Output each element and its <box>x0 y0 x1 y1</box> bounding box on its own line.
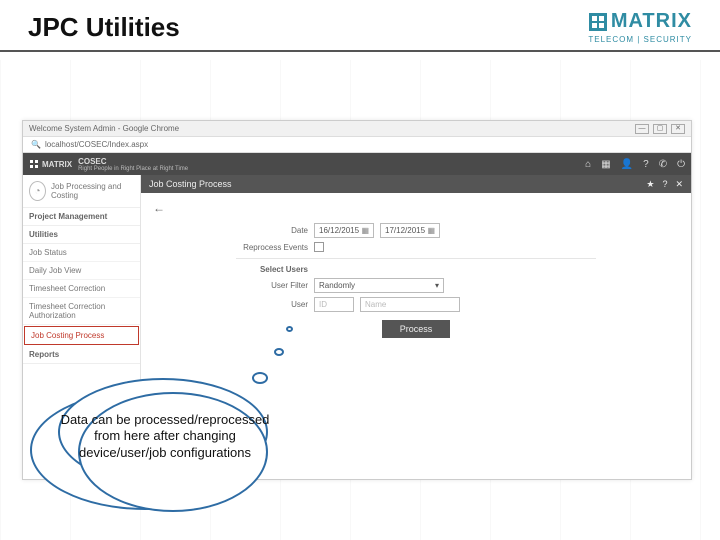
slide-header: JPC Utilities MATRIX TELECOM | SECURITY <box>0 0 720 52</box>
callout-cloud: Data can be processed/reprocessed from h… <box>30 372 280 512</box>
back-button[interactable]: ← <box>153 201 679 215</box>
sidebar-section-utilities[interactable]: Utilities <box>23 226 140 244</box>
window-controls: — ▢ ✕ <box>635 124 685 134</box>
app-logo: MATRIX <box>29 159 72 169</box>
user-name-placeholder: Name <box>365 300 386 309</box>
user-id-placeholder: ID <box>319 300 327 309</box>
module-icon: ◔ <box>29 181 46 201</box>
chevron-down-icon: ▾ <box>435 281 439 290</box>
date-from-input[interactable]: 16/12/2015 ▦ <box>314 223 374 238</box>
reprocess-label: Reprocess Events <box>236 243 308 252</box>
sidebar-item-timesheet-correction[interactable]: Timesheet Correction <box>23 280 140 298</box>
help-icon[interactable]: ? <box>643 159 649 170</box>
panel-close-icon[interactable]: ✕ <box>675 179 683 190</box>
user-icon[interactable]: 👤 <box>621 159 633 170</box>
maximize-icon[interactable]: ▢ <box>653 124 667 134</box>
close-icon[interactable]: ✕ <box>671 124 685 134</box>
app-tagline: Right People in Right Place at Right Tim… <box>78 166 188 172</box>
reprocess-checkbox[interactable] <box>314 242 324 252</box>
sidebar-item-job-costing-process[interactable]: Job Costing Process <box>24 326 139 345</box>
browser-tab-title: Welcome System Admin - Google Chrome <box>29 124 179 133</box>
phone-icon[interactable]: ✆ <box>659 159 667 170</box>
star-icon[interactable]: ★ <box>646 179 654 190</box>
sidebar-item-job-status[interactable]: Job Status <box>23 244 140 262</box>
sidebar-section-pm[interactable]: Project Management <box>23 208 140 226</box>
browser-url-bar[interactable]: 🔍 localhost/COSEC/Index.aspx <box>23 137 691 153</box>
app-logo-text: MATRIX <box>42 160 72 169</box>
user-filter-select[interactable]: Randomly ▾ <box>314 278 444 293</box>
sidebar-module-label: Job Processing and Costing <box>51 182 134 200</box>
date-to-input[interactable]: 17/12/2015 ▦ <box>380 223 440 238</box>
brand-subtitle: TELECOM | SECURITY <box>588 35 692 44</box>
apps-icon[interactable]: ▦ <box>601 159 610 170</box>
app-product: COSEC <box>78 157 188 166</box>
browser-titlebar: Welcome System Admin - Google Chrome — ▢… <box>23 121 691 137</box>
process-button[interactable]: Process <box>382 320 451 338</box>
app-top-bar: MATRIX COSEC Right People in Right Place… <box>23 153 691 175</box>
slide-title: JPC Utilities <box>28 12 180 43</box>
sidebar-section-reports[interactable]: Reports <box>23 346 140 364</box>
panel-title-bar: Job Costing Process ★ ? ✕ <box>141 175 691 193</box>
callout-text: Data can be processed/reprocessed from h… <box>60 412 270 461</box>
panel-help-icon[interactable]: ? <box>662 179 667 190</box>
cloud-dot-icon <box>274 348 284 356</box>
sidebar-item-timesheet-auth[interactable]: Timesheet Correction Authorization <box>23 298 140 325</box>
calendar-icon[interactable]: ▦ <box>427 226 435 235</box>
cloud-dot-icon <box>286 326 293 332</box>
user-id-input[interactable]: ID <box>314 297 354 312</box>
calendar-icon[interactable]: ▦ <box>361 226 369 235</box>
date-to-value: 17/12/2015 <box>385 226 425 235</box>
user-label: User <box>236 300 308 309</box>
select-users-label: Select Users <box>236 265 308 274</box>
sidebar-module[interactable]: ◔ Job Processing and Costing <box>23 175 140 208</box>
minimize-icon[interactable]: — <box>635 124 649 134</box>
cloud-dot-icon <box>252 372 268 384</box>
url-search-icon: 🔍 <box>31 140 41 149</box>
date-from-value: 16/12/2015 <box>319 226 359 235</box>
brand-mark-icon <box>589 13 607 31</box>
date-label: Date <box>236 226 308 235</box>
sidebar-item-daily-job-view[interactable]: Daily Job View <box>23 262 140 280</box>
brand-name: MATRIX <box>611 10 692 33</box>
brand-logo: MATRIX TELECOM | SECURITY <box>588 10 692 44</box>
user-filter-value: Randomly <box>319 281 355 290</box>
url-text: localhost/COSEC/Index.aspx <box>45 140 148 149</box>
panel-title: Job Costing Process <box>149 179 232 189</box>
home-icon[interactable]: ⌂ <box>585 159 591 170</box>
app-logo-icon <box>29 159 39 169</box>
power-icon[interactable]: ⏻ <box>677 159 685 170</box>
user-filter-label: User Filter <box>236 281 308 290</box>
user-name-input[interactable]: Name <box>360 297 460 312</box>
